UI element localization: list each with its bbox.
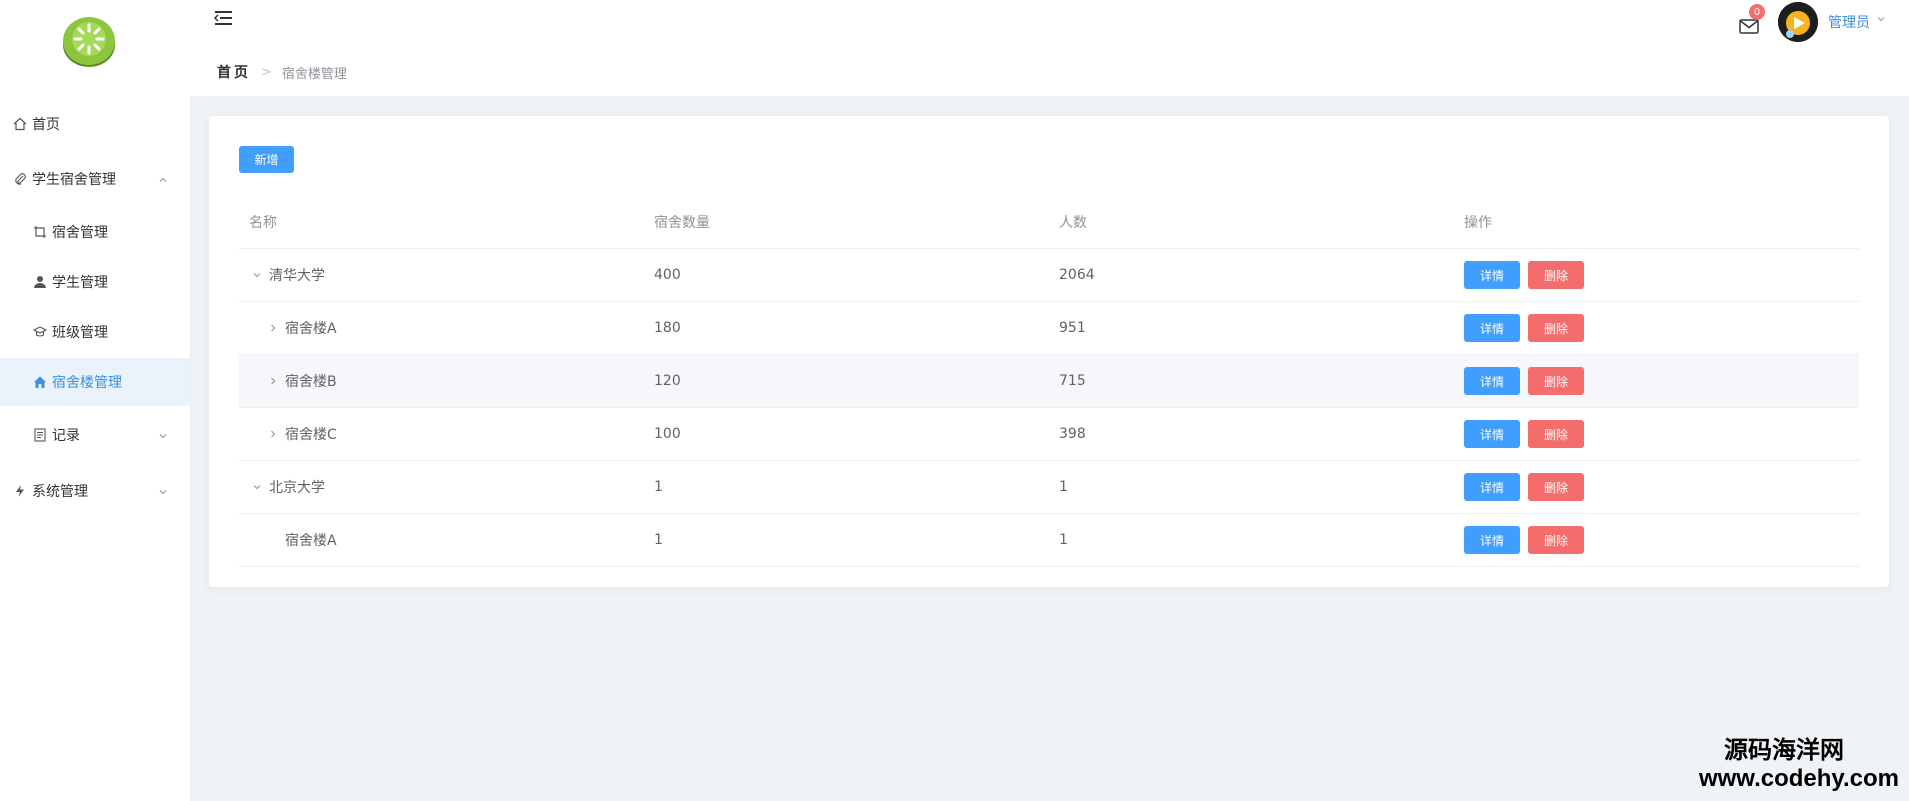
sidebar-item-label: 系统管理	[32, 484, 88, 500]
column-header-people: 人数	[1059, 215, 1087, 231]
cell-count: 120	[654, 373, 681, 389]
chevron-down-icon	[158, 485, 168, 501]
expand-caret-right-icon[interactable]	[265, 323, 281, 333]
cell-count: 1	[654, 479, 663, 495]
lightning-icon	[12, 483, 28, 499]
house-icon	[32, 374, 48, 390]
sidebar-item-dorm-management[interactable]: 宿舍管理	[0, 208, 190, 256]
expand-caret-right-icon[interactable]	[265, 376, 281, 386]
watermark-title: 源码海洋网	[1724, 735, 1844, 764]
paperclip-icon	[12, 171, 28, 187]
sidebar-item-student-dorm-management[interactable]: 学生宿舍管理	[0, 155, 190, 203]
cell-people: 951	[1059, 320, 1086, 336]
cell-name: 北京大学	[269, 480, 325, 496]
sidebar-item-dorm-building-management[interactable]: 宿舍楼管理	[0, 358, 190, 406]
user-icon	[32, 274, 48, 290]
kiwi-logo-icon	[63, 17, 115, 67]
chevron-down-icon[interactable]	[1876, 14, 1886, 24]
cell-count: 180	[654, 320, 681, 336]
cell-people: 1	[1059, 479, 1068, 495]
delete-button[interactable]: 删除	[1528, 314, 1584, 342]
table-row: 宿舍楼B 120 715 详情 删除	[239, 355, 1859, 408]
content-card: 新增 名称 宿舍数量 人数 操作 清华大学 400 2064 详情 删除 宿舍楼…	[209, 116, 1889, 587]
expand-caret-right-icon[interactable]	[265, 429, 281, 439]
sidebar-item-class-management[interactable]: 班级管理	[0, 308, 190, 356]
sidebar-item-label: 记录	[52, 428, 80, 444]
avatar[interactable]	[1778, 2, 1818, 42]
detail-button[interactable]: 详情	[1464, 420, 1520, 448]
sidebar-item-label: 学生宿舍管理	[32, 172, 116, 188]
mail-badge: 0	[1749, 4, 1765, 20]
sidebar-item-student-management[interactable]: 学生管理	[0, 258, 190, 306]
cell-people: 398	[1059, 426, 1086, 442]
watermark-url: www.codehy.com	[1698, 765, 1899, 792]
sidebar-item-home[interactable]: 首页	[0, 100, 190, 148]
home-icon	[12, 116, 28, 132]
menu-toggle-icon[interactable]	[212, 8, 234, 28]
breadcrumb-current: 宿舍楼管理	[281, 66, 347, 82]
expand-caret-down-icon[interactable]	[249, 270, 265, 280]
sidebar-item-label: 宿舍楼管理	[52, 375, 122, 391]
username[interactable]: 管理员	[1828, 12, 1870, 32]
sidebar-item-records[interactable]: 记录	[0, 411, 190, 459]
graduation-cap-icon	[32, 324, 48, 340]
document-icon	[32, 427, 48, 443]
cell-name: 宿舍楼B	[285, 374, 337, 390]
cell-name: 清华大学	[269, 268, 325, 284]
dorm-building-table: 名称 宿舍数量 人数 操作 清华大学 400 2064 详情 删除 宿舍楼A 1…	[239, 196, 1859, 567]
chevron-up-icon	[158, 173, 168, 189]
sidebar-item-label: 首页	[32, 117, 60, 133]
avatar-image-icon	[1778, 2, 1818, 42]
sidebar: 首页 学生宿舍管理 宿舍管理 学生管理 班级管理 宿舍楼管理 记录 系统管理	[0, 0, 191, 801]
expand-caret-down-icon[interactable]	[249, 482, 265, 492]
breadcrumb-separator: >	[261, 64, 272, 80]
cell-count: 400	[654, 267, 681, 283]
column-header-name: 名称	[249, 215, 277, 231]
add-button[interactable]: 新增	[239, 146, 294, 173]
column-header-count: 宿舍数量	[654, 215, 710, 231]
detail-button[interactable]: 详情	[1464, 314, 1520, 342]
delete-button[interactable]: 删除	[1528, 526, 1584, 554]
sidebar-item-label: 学生管理	[52, 275, 108, 291]
detail-button[interactable]: 详情	[1464, 261, 1520, 289]
cell-count: 100	[654, 426, 681, 442]
breadcrumb-home[interactable]: 首页	[217, 62, 251, 82]
cell-people: 715	[1059, 373, 1086, 389]
sidebar-item-label: 班级管理	[52, 325, 108, 341]
table-row: 宿舍楼A 1 1 详情 删除	[239, 514, 1859, 567]
detail-button[interactable]: 详情	[1464, 367, 1520, 395]
detail-button[interactable]: 详情	[1464, 526, 1520, 554]
cell-name: 宿舍楼A	[285, 321, 337, 337]
table-header: 名称 宿舍数量 人数 操作	[239, 196, 1859, 249]
table-row: 宿舍楼C 100 398 详情 删除	[239, 408, 1859, 461]
sidebar-item-label: 宿舍管理	[52, 225, 108, 241]
cell-people: 2064	[1059, 267, 1095, 283]
table-row: 清华大学 400 2064 详情 删除	[239, 249, 1859, 302]
delete-button[interactable]: 删除	[1528, 261, 1584, 289]
crop-icon	[32, 224, 48, 240]
delete-button[interactable]: 删除	[1528, 420, 1584, 448]
cell-count: 1	[654, 532, 663, 548]
chevron-down-icon	[158, 429, 168, 445]
breadcrumb: 首页 > 宿舍楼管理	[217, 62, 347, 82]
cell-name: 宿舍楼C	[285, 427, 337, 443]
cell-people: 1	[1059, 532, 1068, 548]
table-row: 北京大学 1 1 详情 删除	[239, 461, 1859, 514]
cell-name: 宿舍楼A	[285, 533, 337, 549]
top-bar	[190, 0, 1909, 96]
delete-button[interactable]: 删除	[1528, 473, 1584, 501]
sidebar-item-system-management[interactable]: 系统管理	[0, 467, 190, 515]
watermark: 源码海洋网 www.codehy.com	[1699, 730, 1899, 793]
delete-button[interactable]: 删除	[1528, 367, 1584, 395]
column-header-actions: 操作	[1464, 215, 1492, 231]
detail-button[interactable]: 详情	[1464, 473, 1520, 501]
table-row: 宿舍楼A 180 951 详情 删除	[239, 302, 1859, 355]
